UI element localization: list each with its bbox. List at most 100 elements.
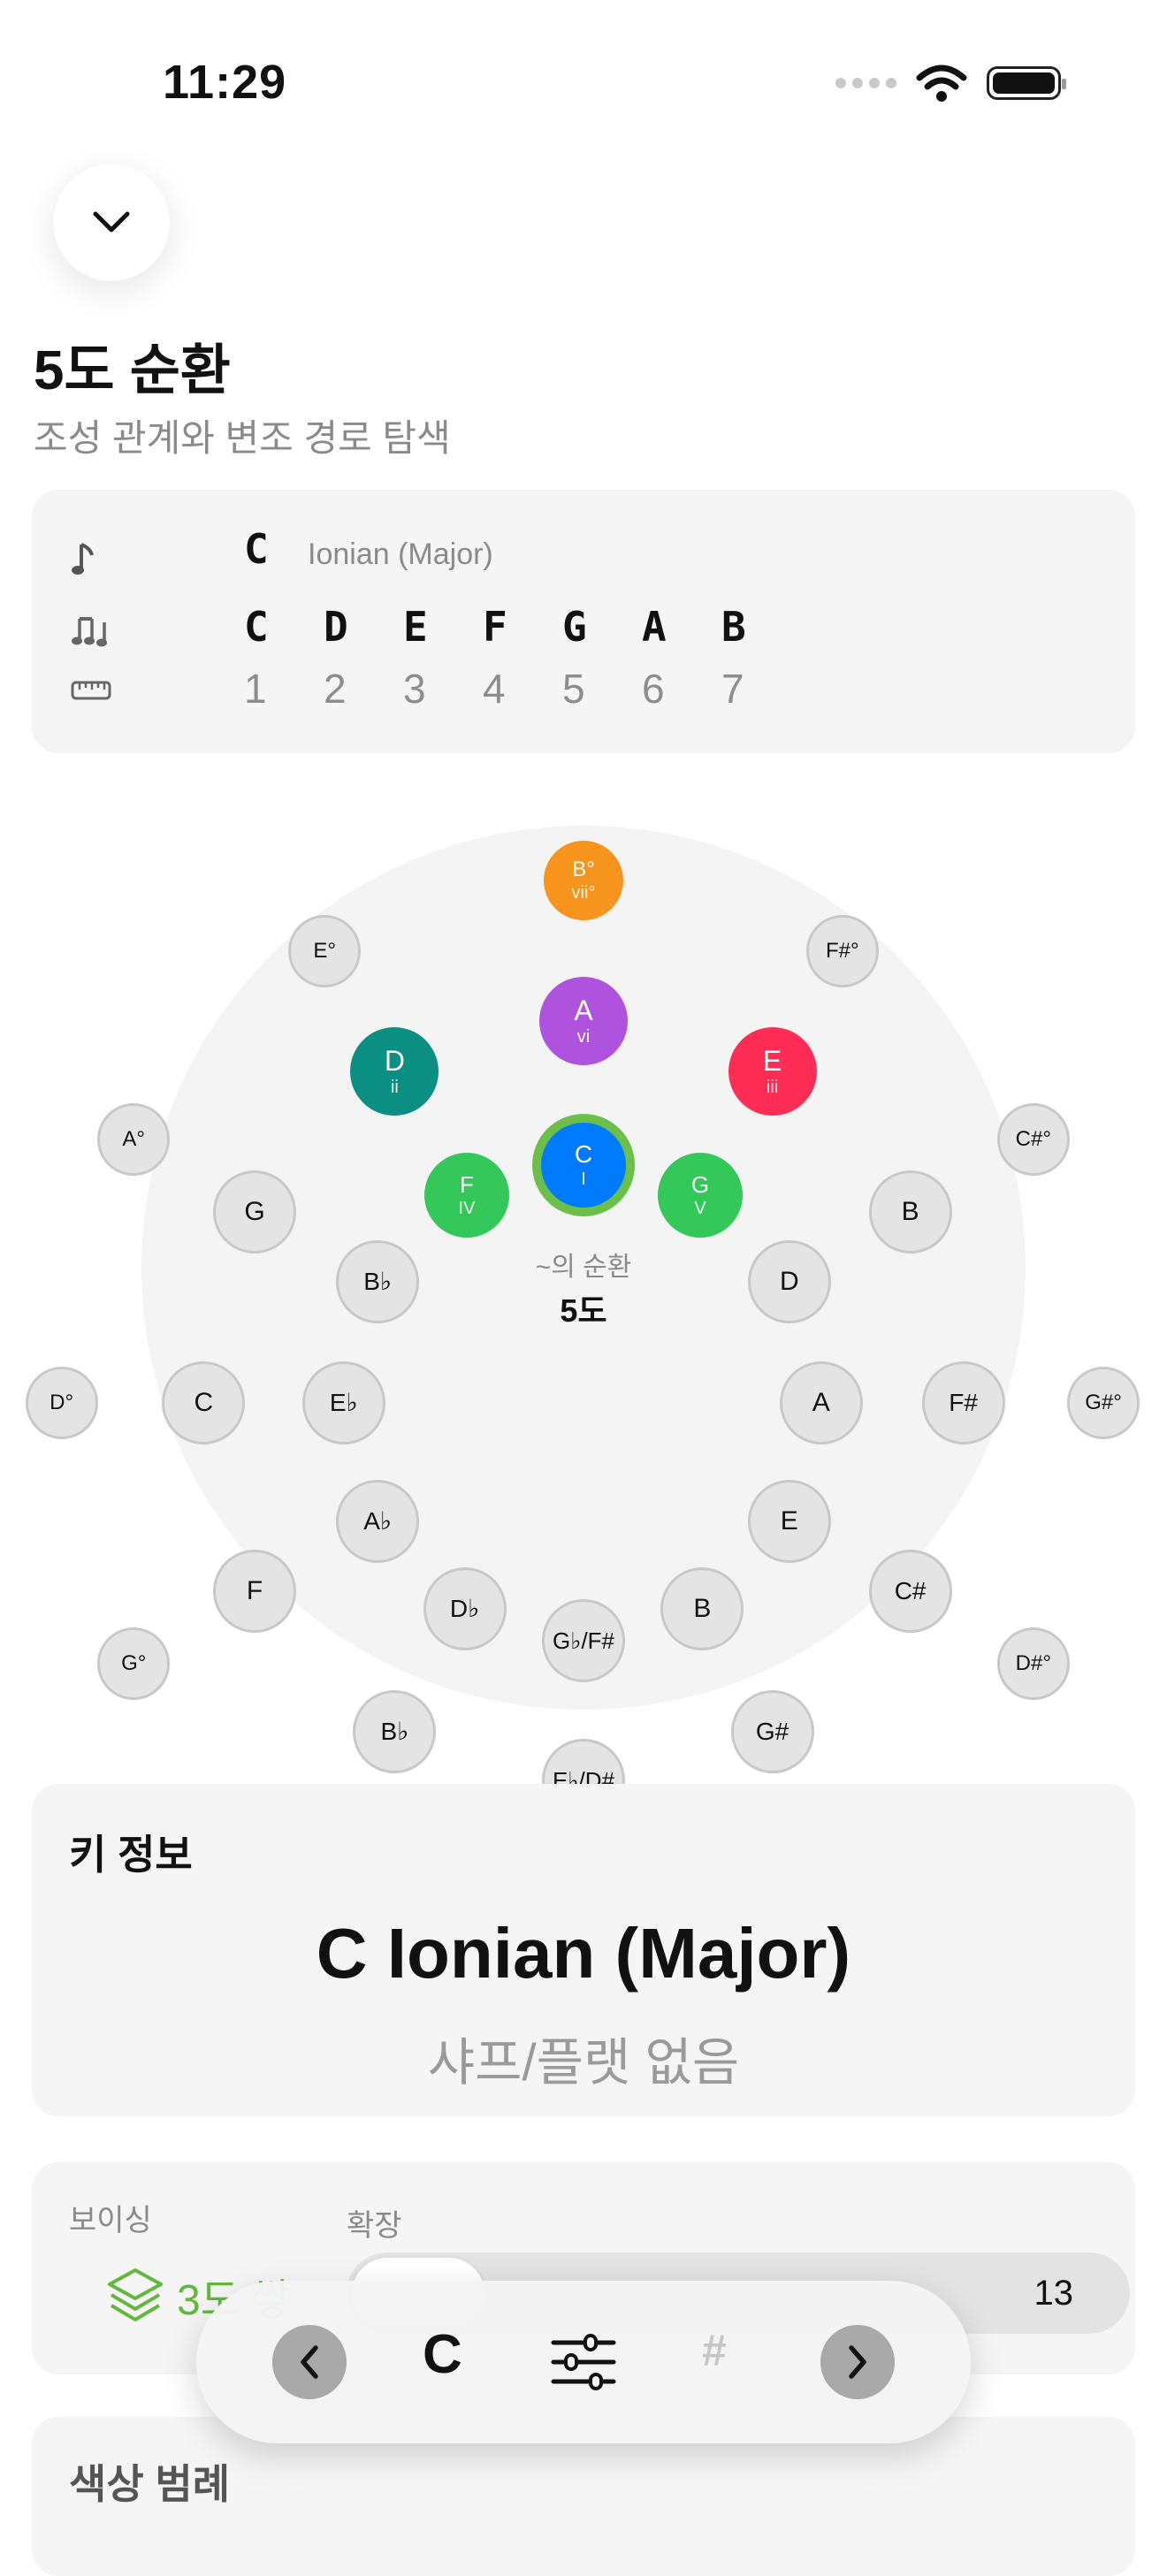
scale-degree: 6 — [642, 666, 665, 712]
music-notes-icon — [72, 617, 107, 647]
wheel-chord-node[interactable]: F — [213, 1550, 296, 1634]
wheel-chord-node[interactable]: D#° — [996, 1627, 1070, 1700]
chord-label: E — [780, 1506, 798, 1536]
wheel-chord-node[interactable]: A♭ — [336, 1480, 420, 1564]
chevron-right-icon — [849, 2345, 866, 2379]
wheel-center-caption: ~의 순환 — [535, 1253, 632, 1282]
status-time: 11:29 — [163, 56, 287, 109]
wheel-chord-node[interactable]: Avi — [539, 976, 628, 1065]
wheel-chord-node[interactable]: G# — [730, 1689, 814, 1773]
wheel-chord-node[interactable]: C#° — [996, 1103, 1070, 1177]
scale-note: F — [483, 603, 507, 651]
wheel-chord-node[interactable]: G — [213, 1170, 296, 1254]
wheel-chord-node[interactable]: A — [779, 1360, 863, 1444]
wheel-chord-node[interactable]: F#° — [805, 914, 879, 987]
chord-label: C#° — [1015, 1127, 1051, 1152]
scale-degree: 3 — [403, 666, 426, 712]
key-info-heading: 키 정보 — [69, 1832, 193, 1878]
roman-numeral: vi — [576, 1026, 591, 1047]
scale-note: D — [324, 603, 348, 651]
wheel-chord-node[interactable]: B — [660, 1566, 744, 1650]
wheel-chord-node[interactable]: G° — [97, 1627, 171, 1700]
layers-icon — [108, 2268, 163, 2321]
wheel-chord-node[interactable]: B° vii° — [544, 841, 623, 921]
music-note-icon — [72, 543, 94, 575]
wheel-chord-node[interactable]: G#° — [1067, 1366, 1140, 1439]
chord-label: C — [194, 1387, 214, 1417]
next-key-button[interactable] — [820, 2325, 895, 2399]
color-legend-heading: 색상 범례 — [69, 2461, 231, 2507]
chord-label: E° — [313, 938, 336, 963]
wheel-chord-node[interactable]: E° — [288, 914, 362, 987]
wheel-chord-node[interactable]: F# — [921, 1360, 1005, 1444]
wheel-chord-node[interactable]: D° — [25, 1366, 98, 1439]
wheel-chord-node[interactable]: CI — [541, 1123, 626, 1208]
wheel-chord-node[interactable]: GV — [658, 1152, 743, 1238]
chord-label: B — [901, 1196, 919, 1226]
wheel-chord-node[interactable]: E♭ — [301, 1360, 385, 1444]
sharp-toggle-button[interactable]: # — [702, 2325, 727, 2376]
chord-label: D° — [50, 1390, 74, 1414]
chord-label: F#° — [825, 938, 859, 963]
circle-of-fifths-wheel[interactable]: B° vii° Avi Dii Eiii F IV G V C I E° F#° A° C#° G B B♭ D D°… — [25, 826, 1140, 1959]
wheel-chord-node[interactable]: C# — [868, 1550, 952, 1634]
wheel-chord-node[interactable]: B♭ — [353, 1689, 437, 1773]
page-subtitle: 조성 관계와 변조 경로 탐색 — [34, 417, 451, 459]
key-info-card: 키 정보 C Ionian (Major) 샤프/플랫 없음 — [32, 1784, 1135, 2116]
scale-degree: 2 — [324, 666, 347, 712]
roman-numeral: vii° — [571, 883, 596, 903]
scale-degree: 4 — [483, 666, 506, 712]
scale-note: C — [244, 603, 269, 651]
chord-label: D#° — [1015, 1651, 1051, 1675]
scale-note: G — [562, 603, 587, 651]
wheel-chord-node[interactable]: A° — [97, 1103, 171, 1177]
scale-degree: 7 — [721, 666, 744, 712]
key-name: C Ionian (Major) — [316, 1914, 851, 1993]
wheel-chord-node[interactable]: Dii — [350, 1027, 439, 1117]
roman-numeral: IV — [458, 1198, 476, 1218]
wheel-chord-node[interactable]: C — [162, 1360, 246, 1444]
wheel-chord-node[interactable]: E — [747, 1480, 831, 1564]
status-icons — [835, 64, 1066, 103]
chevron-down-icon — [93, 211, 130, 232]
chord-label: B° — [572, 857, 595, 882]
wheel-chord-node[interactable]: D♭ — [423, 1566, 507, 1650]
collapse-button[interactable] — [53, 164, 170, 281]
chord-label: G° — [121, 1651, 147, 1675]
scale-degree: 1 — [244, 666, 267, 712]
battery-icon — [987, 66, 1066, 100]
previous-key-button[interactable] — [272, 2325, 347, 2399]
scale-note: E — [403, 603, 428, 651]
floating-toolbar: C # — [196, 2281, 971, 2443]
wheel-chord-node[interactable]: G♭/F# — [542, 1598, 625, 1682]
chord-label: B♭ — [380, 1717, 409, 1745]
chord-label: G — [690, 1170, 710, 1198]
ruler-icon — [71, 681, 111, 700]
scale-mode-name[interactable]: Ionian (Major) — [308, 537, 493, 572]
wheel-chord-node[interactable]: B♭ — [336, 1240, 420, 1323]
chord-label: B — [693, 1593, 712, 1623]
scale-note: B — [721, 603, 746, 651]
chord-label: E — [762, 1045, 782, 1078]
sliders-icon[interactable] — [550, 2330, 617, 2394]
scale-card: C Ionian (Major) C D E F G A B 1 2 3 4 5… — [32, 490, 1135, 753]
current-key-button[interactable]: C — [423, 2323, 462, 2386]
wheel-chord-node[interactable]: D — [747, 1240, 831, 1323]
chord-label: A — [574, 994, 593, 1026]
wheel-chord-node[interactable]: Eiii — [728, 1027, 817, 1117]
wheel-chord-node[interactable]: F IV — [424, 1152, 509, 1238]
cellular-signal-icon — [835, 78, 896, 88]
scale-root-note[interactable]: C — [244, 525, 269, 573]
extension-value: 13 — [1034, 2274, 1074, 2313]
chord-label: A — [812, 1387, 830, 1417]
roman-numeral: iii — [766, 1078, 779, 1098]
extension-label: 확장 — [347, 2209, 402, 2243]
roman-numeral: I — [581, 1170, 586, 1189]
chord-label: A♭ — [363, 1507, 393, 1536]
chord-label: B♭ — [363, 1268, 393, 1295]
chord-label: G#° — [1085, 1390, 1122, 1414]
wheel-chord-node[interactable]: B — [868, 1170, 952, 1254]
wheel-center-value[interactable]: 5도 — [560, 1285, 606, 1331]
key-signature: 샤프/플랫 없음 — [427, 2034, 740, 2092]
chord-label: F — [460, 1170, 474, 1198]
